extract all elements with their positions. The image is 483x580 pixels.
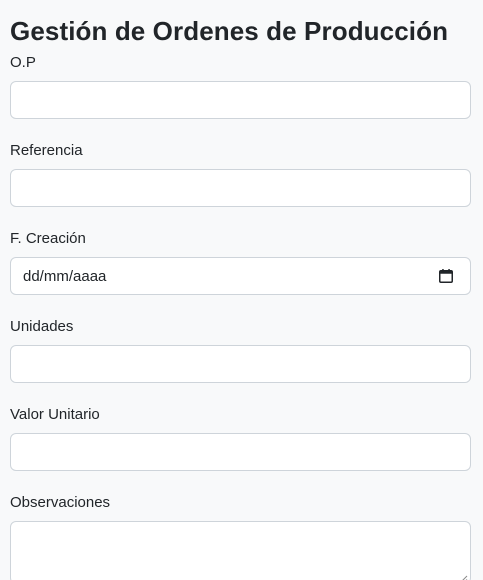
observaciones-textarea[interactable] bbox=[10, 521, 471, 580]
field-valor-unitario: Valor Unitario bbox=[10, 406, 471, 471]
fecha-creacion-value: dd/mm/aaaa bbox=[23, 267, 107, 285]
fecha-creacion-label: F. Creación bbox=[10, 230, 86, 247]
unidades-label: Unidades bbox=[10, 318, 74, 335]
observaciones-label: Observaciones bbox=[10, 494, 111, 511]
field-fecha-creacion: F. Creación dd/mm/aaaa bbox=[10, 230, 471, 295]
field-observaciones: Observaciones bbox=[10, 494, 471, 580]
op-label: O.P bbox=[10, 54, 36, 71]
valor-unitario-label: Valor Unitario bbox=[10, 406, 100, 423]
op-input[interactable] bbox=[10, 81, 471, 119]
calendar-icon[interactable] bbox=[437, 267, 455, 285]
page-title: Gestión de Ordenes de Producción bbox=[10, 16, 449, 46]
field-referencia: Referencia bbox=[10, 142, 471, 207]
field-unidades: Unidades bbox=[10, 318, 471, 383]
valor-unitario-input[interactable] bbox=[10, 433, 471, 471]
referencia-label: Referencia bbox=[10, 142, 83, 159]
fecha-creacion-input[interactable]: dd/mm/aaaa bbox=[10, 257, 471, 295]
field-op: O.P bbox=[10, 54, 471, 119]
resize-grip-icon[interactable] bbox=[458, 571, 468, 580]
referencia-input[interactable] bbox=[10, 169, 471, 207]
unidades-input[interactable] bbox=[10, 345, 471, 383]
production-orders-form: Gestión de Ordenes de Producción O.P Ref… bbox=[0, 0, 483, 580]
